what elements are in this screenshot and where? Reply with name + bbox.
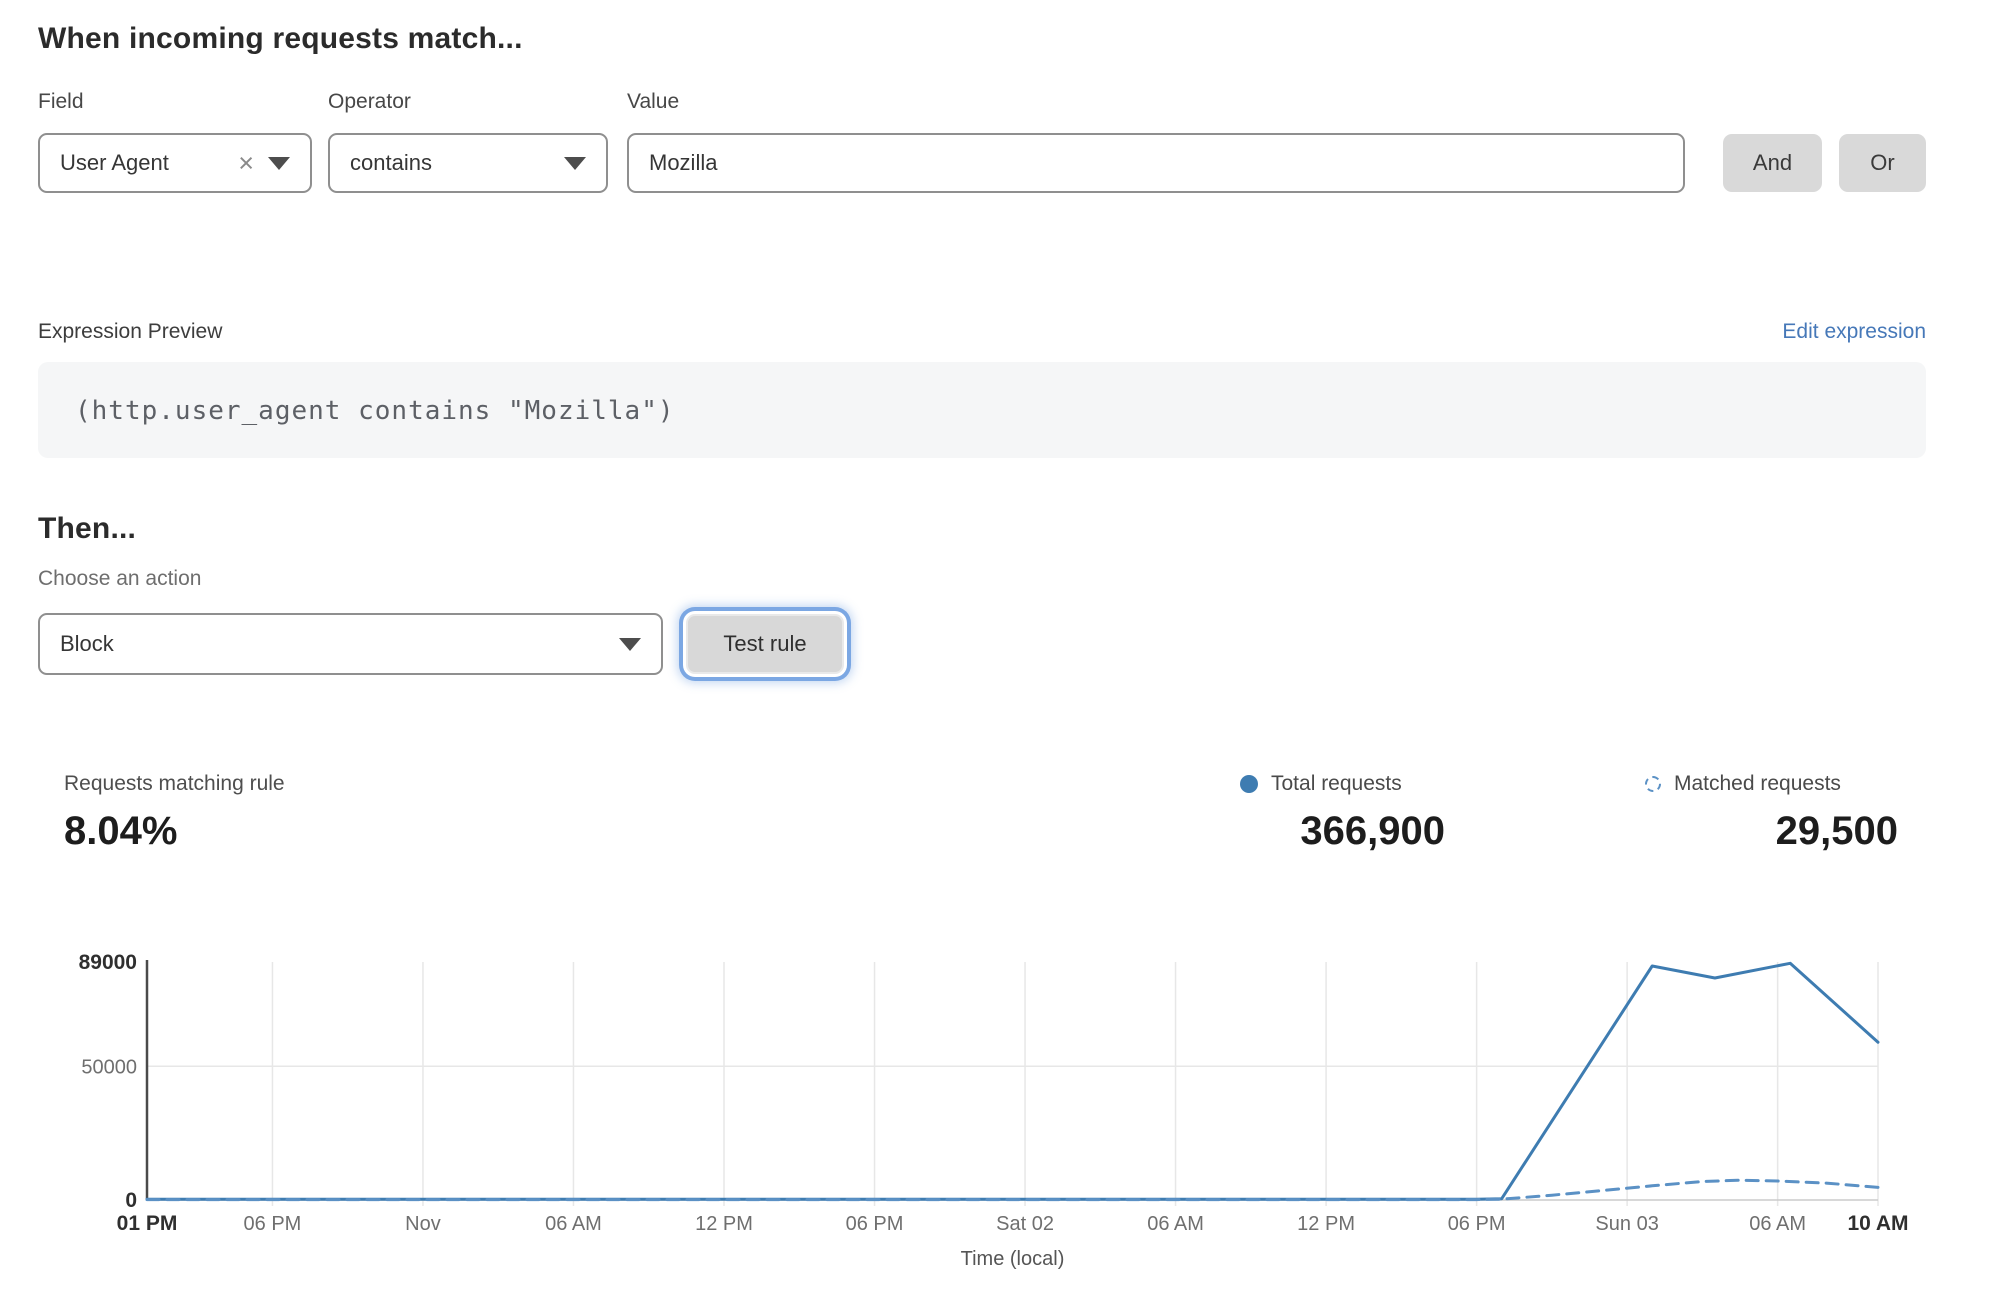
svg-text:06 AM: 06 AM (1749, 1213, 1806, 1235)
edit-expression-link[interactable]: Edit expression (1782, 320, 1926, 344)
clear-field-icon[interactable]: × (238, 150, 254, 177)
action-select[interactable]: Block (38, 613, 663, 675)
value-input[interactable] (627, 133, 1685, 193)
rule-match-heading: When incoming requests match... (38, 22, 523, 56)
matched-requests-label: Matched requests (1674, 772, 1841, 796)
action-select-value: Block (60, 631, 605, 657)
test-rule-button[interactable]: Test rule (686, 614, 844, 674)
expression-code-block: (http.user_agent contains "Mozilla") (38, 362, 1926, 458)
chevron-down-icon (268, 157, 290, 170)
expression-preview-label: Expression Preview (38, 320, 222, 344)
requests-time-series-chart: 0 50000 89000 01 PM 06 PM Nov 06 AM 12 PM 06 PM S… (0, 940, 1999, 1285)
requests-matching-value: 8.04% (64, 809, 285, 854)
then-heading: Then... (38, 512, 136, 546)
matched-requests-value: 29,500 (1645, 809, 1898, 854)
operator-label: Operator (328, 90, 411, 114)
svg-text:Sat 02: Sat 02 (996, 1213, 1054, 1235)
operator-select-value: contains (350, 150, 550, 176)
chevron-down-icon (564, 157, 586, 170)
and-button[interactable]: And (1723, 134, 1822, 192)
chevron-down-icon (619, 638, 641, 651)
svg-text:50000: 50000 (81, 1056, 137, 1078)
svg-text:Sun 03: Sun 03 (1595, 1213, 1658, 1235)
requests-matching-label: Requests matching rule (64, 772, 285, 796)
field-select[interactable]: User Agent × (38, 133, 312, 193)
svg-text:10 AM: 10 AM (1847, 1212, 1908, 1235)
svg-text:Nov: Nov (405, 1213, 441, 1235)
choose-action-label: Choose an action (38, 567, 201, 591)
svg-text:12 PM: 12 PM (1297, 1213, 1355, 1235)
total-requests-dot-icon (1240, 775, 1258, 793)
svg-text:06 PM: 06 PM (846, 1213, 904, 1235)
operator-select[interactable]: contains (328, 133, 608, 193)
svg-text:89000: 89000 (79, 951, 137, 974)
field-select-value: User Agent (60, 150, 238, 176)
svg-text:0: 0 (125, 1189, 137, 1212)
svg-text:06 AM: 06 AM (1147, 1213, 1204, 1235)
value-label: Value (627, 90, 679, 114)
or-button[interactable]: Or (1839, 134, 1926, 192)
total-requests-label: Total requests (1271, 772, 1402, 796)
svg-text:06 PM: 06 PM (244, 1213, 302, 1235)
svg-text:12 PM: 12 PM (695, 1213, 753, 1235)
total-requests-stat: Total requests 366,900 (1240, 772, 1445, 854)
svg-text:06 AM: 06 AM (545, 1213, 602, 1235)
matched-requests-stat: Matched requests 29,500 (1645, 772, 1898, 854)
svg-text:Time (local): Time (local) (961, 1248, 1065, 1270)
total-requests-value: 366,900 (1240, 809, 1445, 854)
svg-text:01 PM: 01 PM (117, 1212, 178, 1235)
expression-code: (http.user_agent contains "Mozilla") (75, 396, 1926, 426)
matched-requests-dashed-icon (1645, 776, 1661, 792)
field-label: Field (38, 90, 84, 114)
svg-text:06 PM: 06 PM (1448, 1213, 1506, 1235)
requests-matching-stat: Requests matching rule 8.04% (64, 772, 285, 854)
